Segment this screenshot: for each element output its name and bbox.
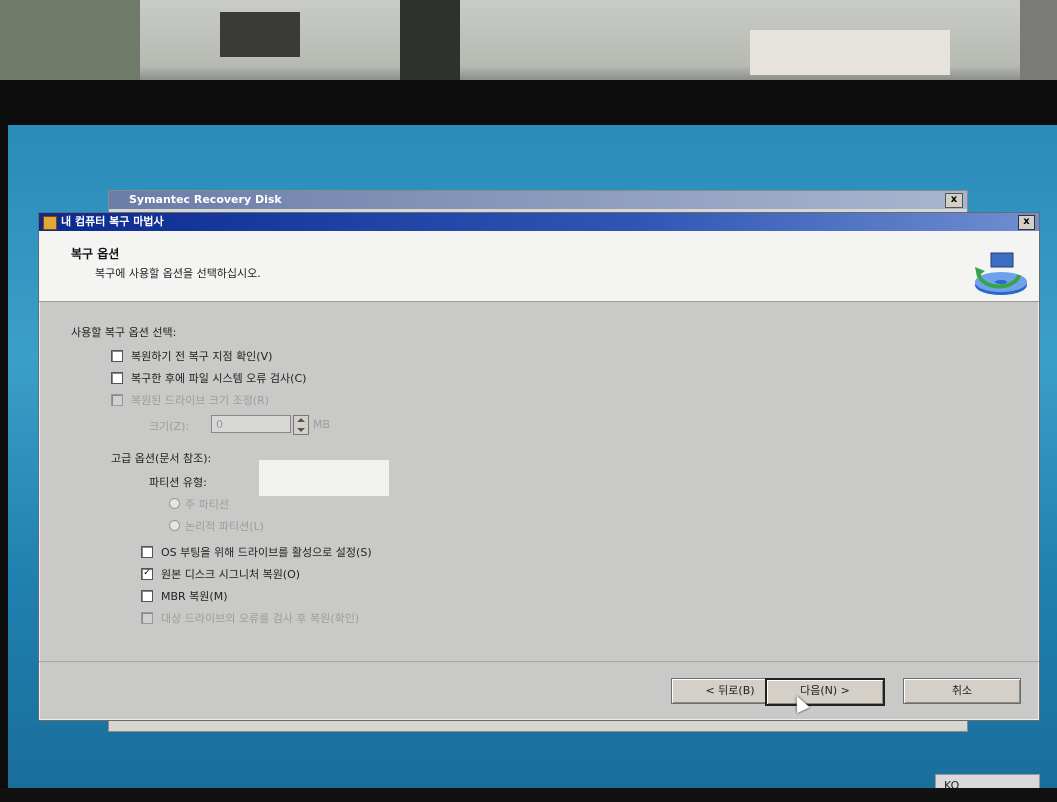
- background-object: [0, 0, 140, 80]
- primary-partition-radio[interactable]: [169, 498, 180, 509]
- background-object: [400, 0, 460, 80]
- restore-wizard-dialog: 내 컴퓨터 복구 마법사 x 복구 옵션 복구에 사용할 옵션을 선택하십시오.…: [38, 212, 1040, 721]
- restore-mbr-checkbox[interactable]: [141, 590, 153, 602]
- monitor-bezel: [0, 120, 8, 802]
- dialog-titlebar: 내 컴퓨터 복구 마법사 x: [39, 213, 1039, 231]
- next-button[interactable]: 다음(N) >: [765, 678, 885, 706]
- background-object: [1020, 0, 1057, 80]
- resize-drive-label: 복원된 드라이브 크기 조정(R): [131, 394, 270, 407]
- restore-mbr-label: MBR 복원(M): [161, 590, 228, 603]
- advanced-label: 고급 옵션(문서 참조):: [111, 452, 212, 465]
- recovery-disk-title: Symantec Recovery Disk: [129, 193, 282, 206]
- wizard-body: 사용할 복구 옵션 선택: 복원하기 전 복구 지점 확인(V) 복구한 후에 …: [39, 302, 1039, 662]
- verify-target-label: 대상 드라이브의 오류를 검사 후 복원(확인): [161, 612, 360, 625]
- app-icon: [43, 216, 57, 230]
- primary-partition-label: 주 파티션: [185, 498, 229, 511]
- background-object: [750, 30, 950, 75]
- size-label: 크기(Z):: [149, 420, 190, 433]
- check-errors-label: 복구한 후에 파일 시스템 오류 검사(C): [131, 372, 307, 385]
- disk-restore-icon: [975, 252, 1027, 295]
- partition-type-label: 파티션 유형:: [149, 476, 207, 489]
- restore-signature-checkbox[interactable]: ✓: [141, 568, 153, 580]
- close-icon[interactable]: x: [1018, 215, 1035, 230]
- cancel-button[interactable]: 취소: [903, 678, 1021, 704]
- background-object: [220, 12, 300, 57]
- monitor-bezel: [0, 788, 1057, 802]
- set-active-label: OS 부팅을 위해 드라이브를 활성으로 설정(S): [161, 546, 372, 559]
- size-unit: MB: [313, 418, 331, 431]
- screen-glare: [259, 460, 389, 496]
- resize-drive-checkbox[interactable]: [111, 394, 123, 406]
- wizard-header: 복구 옵션 복구에 사용할 옵션을 선택하십시오.: [39, 231, 1039, 302]
- wizard-footer: < 뒤로(B) 다음(N) > 취소: [39, 661, 1039, 720]
- page-subtitle: 복구에 사용할 옵션을 선택하십시오.: [95, 267, 261, 280]
- monitor-bezel: [0, 80, 1057, 128]
- page-title: 복구 옵션: [71, 247, 120, 261]
- logical-partition-radio[interactable]: [169, 520, 180, 531]
- set-active-checkbox[interactable]: [141, 546, 153, 558]
- section-label: 사용할 복구 옵션 선택:: [71, 326, 177, 339]
- recovery-disk-titlebar: Symantec Recovery Disk x: [109, 191, 967, 209]
- verify-target-checkbox[interactable]: [141, 612, 153, 624]
- verify-label: 복원하기 전 복구 지점 확인(V): [131, 350, 273, 363]
- dialog-title: 내 컴퓨터 복구 마법사: [61, 215, 164, 228]
- check-errors-checkbox[interactable]: [111, 372, 123, 384]
- size-spinner[interactable]: [293, 415, 309, 435]
- verify-checkbox[interactable]: [111, 350, 123, 362]
- size-input[interactable]: 0: [211, 415, 291, 433]
- logical-partition-label: 논리적 파티션(L): [185, 520, 264, 533]
- restore-signature-label: 원본 디스크 시그니처 복원(O): [161, 568, 301, 581]
- close-icon[interactable]: x: [945, 193, 963, 208]
